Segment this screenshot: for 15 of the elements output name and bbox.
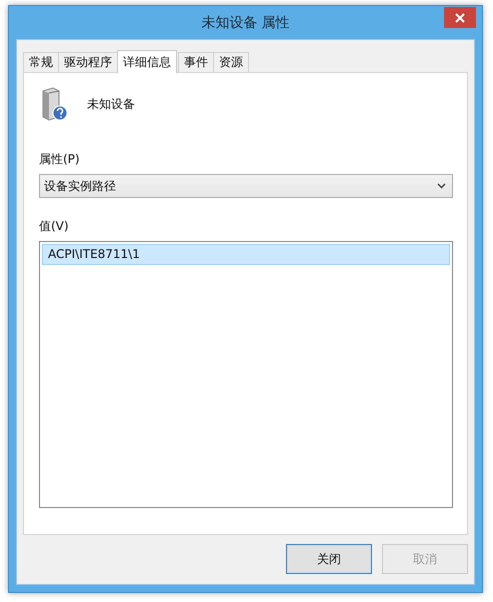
device-name: 未知设备 — [87, 96, 135, 112]
property-label: 属性(P) — [39, 151, 81, 168]
tab[interactable]: 详细信息 — [117, 50, 177, 73]
tab[interactable]: 资源 — [213, 52, 249, 72]
property-dropdown[interactable]: 设备实例路径 — [39, 174, 453, 198]
tab[interactable]: 事件 — [178, 52, 214, 72]
list-item[interactable]: ACPI\ITE8711\1 — [42, 244, 450, 265]
close-button[interactable] — [444, 7, 476, 28]
value-label: 值(V) — [39, 218, 70, 235]
close-icon — [455, 12, 465, 22]
value-list[interactable]: ACPI\ITE8711\1 — [39, 241, 453, 508]
tab[interactable]: 常规 — [23, 52, 59, 72]
window-title: 未知设备 属性 — [201, 14, 290, 32]
chevron-down-icon — [437, 183, 446, 189]
close-dialog-button[interactable]: 关闭 — [286, 544, 372, 574]
